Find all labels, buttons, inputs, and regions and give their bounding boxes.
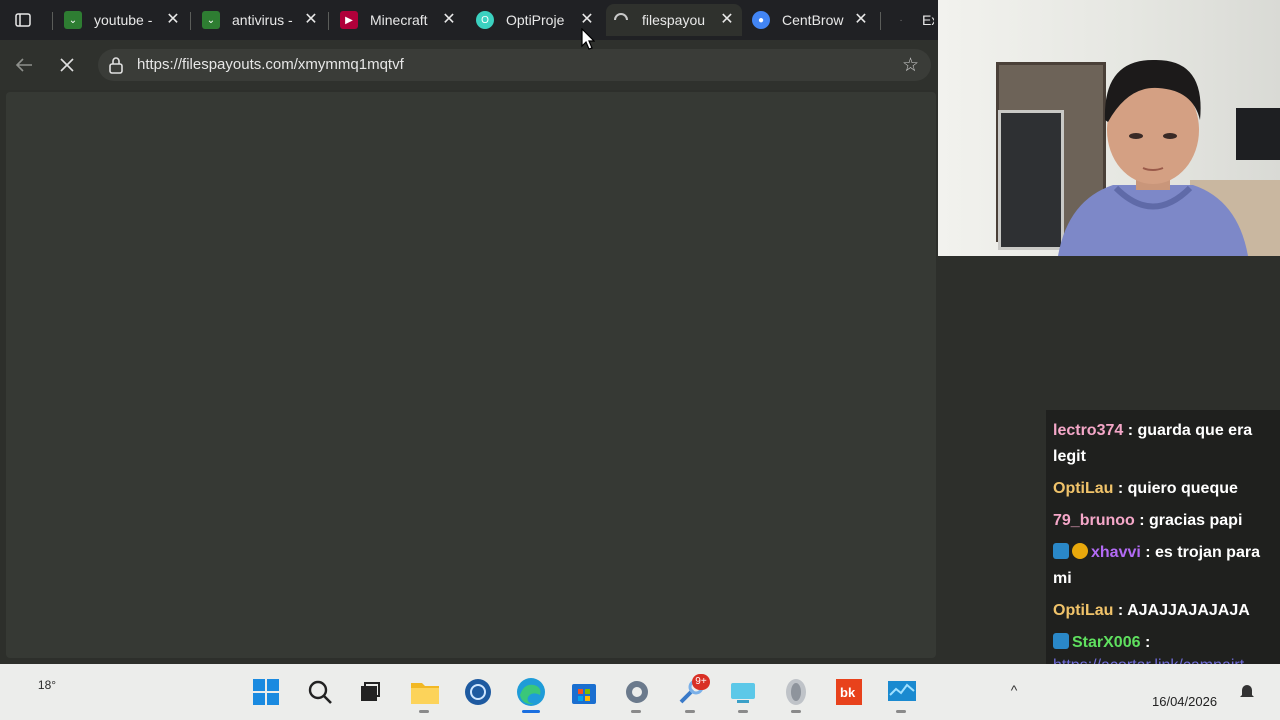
tab-title: CentBrow <box>782 12 844 28</box>
tab-filespayouts[interactable]: filespayou ✕ <box>606 4 742 36</box>
tab-title: Ext <box>922 12 934 28</box>
chat-text: AJAJJAJAJAJA <box>1127 602 1250 619</box>
tab-separator <box>52 12 53 30</box>
chat-text: quiero queque <box>1127 480 1238 497</box>
bk-icon[interactable]: bk <box>833 676 865 708</box>
settings-icon[interactable] <box>621 676 653 708</box>
computer-tower <box>998 110 1064 250</box>
chat-message: 79_brunoo : gracias papi <box>1053 512 1243 529</box>
back-arrow-icon <box>15 58 32 72</box>
page-content <box>6 92 936 658</box>
lock-icon[interactable] <box>108 56 124 74</box>
tab-youtube[interactable]: ⌄ youtube - ✕ <box>58 4 188 36</box>
favicon-icon: ● <box>752 11 770 29</box>
tab-title: filespayou <box>642 12 706 28</box>
running-indicator <box>631 710 641 713</box>
store-icon[interactable] <box>568 676 600 708</box>
url-text[interactable]: https://filespayouts.com/xmymmq1mqtvf <box>137 56 404 73</box>
clock-date[interactable]: 16/04/2026 <box>1152 694 1217 709</box>
chat-message: xhavvi : es trojan para mi <box>1053 543 1260 587</box>
tab-actions-button[interactable] <box>8 8 38 32</box>
weather-temperature: 18° <box>37 678 57 692</box>
chat-message: OptiLau : AJAJJAJAJAJA <box>1053 602 1250 619</box>
chat-username: StarX006 <box>1072 634 1141 651</box>
notification-badge: 9+ <box>692 674 710 690</box>
svg-text:bk: bk <box>840 685 856 700</box>
notification-bell-icon[interactable] <box>1238 682 1256 700</box>
weather-widget[interactable]: 18° <box>14 670 80 700</box>
running-indicator <box>896 710 906 713</box>
chat-username: xhavvi <box>1091 544 1141 561</box>
tab-actions-icon <box>15 13 31 27</box>
chat-message: StarX006 : <box>1053 630 1274 656</box>
screen: ⌄ youtube - ✕ ⌄ antivirus - ✕ ▶ Minecraf… <box>0 0 1280 720</box>
tab-title: youtube - <box>94 12 153 28</box>
close-tab-icon[interactable]: ✕ <box>164 11 182 29</box>
task-view-icon[interactable] <box>354 676 386 708</box>
running-indicator <box>738 710 748 713</box>
chat-username: OptiLau <box>1053 480 1114 497</box>
running-indicator <box>419 710 429 713</box>
app-icon[interactable] <box>462 676 494 708</box>
tab-extensions[interactable]: · Ext <box>886 4 940 36</box>
tab-title: Minecraft <box>370 12 428 28</box>
mouse-cursor-icon <box>581 28 595 50</box>
chat-message: lectro374 : guarda que era legit <box>1053 422 1253 465</box>
close-tab-icon[interactable]: ✕ <box>440 11 458 29</box>
browser-toolbar: https://filespayouts.com/xmymmq1mqtvf ☆ <box>0 40 940 90</box>
app2-icon[interactable] <box>727 676 759 708</box>
close-tab-icon[interactable]: ✕ <box>578 11 596 29</box>
webcam-overlay <box>938 0 1280 256</box>
prime-badge-icon <box>1053 633 1069 649</box>
tab-title: OptiProje <box>506 12 565 28</box>
address-bar[interactable]: https://filespayouts.com/xmymmq1mqtvf ☆ <box>98 49 931 81</box>
stop-loading-button[interactable] <box>52 50 82 80</box>
monitor-icon[interactable] <box>886 676 918 708</box>
favicon-icon: O <box>476 11 494 29</box>
tab-separator <box>328 12 329 30</box>
active-indicator <box>522 710 540 713</box>
streamer-person <box>1058 59 1248 256</box>
tab-bar: ⌄ youtube - ✕ ⌄ antivirus - ✕ ▶ Minecraf… <box>0 0 940 40</box>
search-icon[interactable] <box>304 676 336 708</box>
tab-separator <box>880 12 881 30</box>
running-indicator <box>685 710 695 713</box>
back-button[interactable] <box>9 50 39 80</box>
close-icon <box>60 58 74 72</box>
loading-spinner-icon <box>612 11 630 29</box>
tab-minecraft[interactable]: ▶ Minecraft ✕ <box>334 4 464 36</box>
tab-title: antivirus - <box>232 12 293 28</box>
tab-centbrowser[interactable]: ● CentBrow ✕ <box>746 4 876 36</box>
close-tab-icon[interactable]: ✕ <box>302 11 320 29</box>
tab-separator <box>190 12 191 30</box>
edge-icon[interactable] <box>515 676 547 708</box>
start-icon[interactable] <box>250 676 282 708</box>
subscriber-badge-icon <box>1072 543 1088 559</box>
tray-chevron-icon[interactable]: ^ <box>1002 676 1026 704</box>
tab-antivirus[interactable]: ⌄ antivirus - ✕ <box>196 4 326 36</box>
running-indicator <box>791 710 801 713</box>
taskbar: 18° bk ^ 16/04/2026 <box>0 664 1280 720</box>
close-tab-icon[interactable]: ✕ <box>718 11 736 29</box>
chat-username: 79_brunoo <box>1053 512 1135 529</box>
stream-chat: lectro374 : guarda que era legit OptiLau… <box>1046 410 1280 670</box>
favicon-icon: ⌄ <box>202 11 220 29</box>
bookmark-star-icon[interactable]: ☆ <box>902 54 919 77</box>
chat-username: lectro374 <box>1053 422 1124 439</box>
file-explorer-icon[interactable] <box>409 676 441 708</box>
app3-icon[interactable] <box>780 676 812 708</box>
close-tab-icon[interactable]: ✕ <box>852 11 870 29</box>
prime-badge-icon <box>1053 543 1069 559</box>
chat-username: OptiLau <box>1053 602 1114 619</box>
favicon-icon: · <box>899 14 903 26</box>
chat-message: OptiLau : quiero queque <box>1053 480 1238 497</box>
favicon-icon: ⌄ <box>64 11 82 29</box>
youtube-favicon-icon: ▶ <box>340 11 358 29</box>
chat-text: gracias papi <box>1149 512 1243 529</box>
